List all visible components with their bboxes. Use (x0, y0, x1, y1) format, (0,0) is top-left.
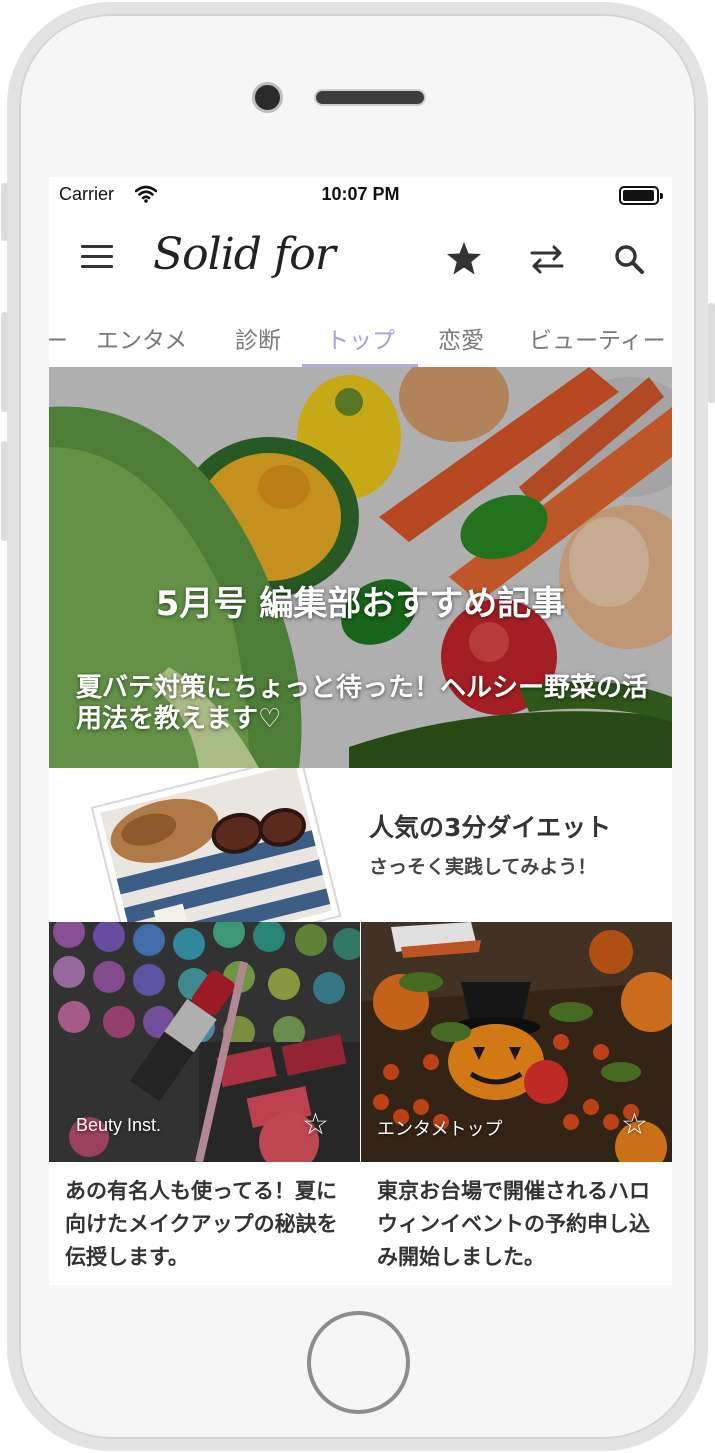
card-category-tag: Beuty Inst. (76, 1115, 162, 1135)
card-headline: あの有名人も使ってる！夏に向けたメイクアップの秘訣を伝授します。 (65, 1179, 338, 1269)
tab-entame[interactable]: エンタメ (96, 321, 187, 355)
clock: 10:07 PM (321, 184, 400, 204)
hero-subtitle: 夏バテ対策にちょっと待った！ヘルシー野菜の活用法を教えます♡ (76, 673, 649, 734)
tab-renai[interactable]: 恋愛 (438, 321, 484, 355)
hero-banner[interactable]: 5月号 編集部おすすめ記事 夏バテ対策にちょっと待った！ヘルシー野菜の活用法を教… (49, 367, 672, 768)
swap-icon[interactable] (527, 239, 567, 279)
menu-icon[interactable] (81, 245, 115, 271)
diet-title: 人気の3分ダイエット (369, 813, 612, 842)
volume-down-button (1, 441, 8, 541)
status-bar: Carrier 10:07 PM (49, 177, 672, 213)
tab-shindan[interactable]: 診断 (235, 321, 281, 355)
app-header: Solid for (49, 219, 672, 299)
diet-feature[interactable]: 人気の3分ダイエット さっそく実践してみよう！ (49, 768, 672, 922)
diet-subtitle: さっそく実践してみよう！ (369, 856, 597, 878)
halloween-image: エンタメトップ ☆ (361, 922, 672, 1162)
power-button (708, 303, 715, 403)
star-icon[interactable] (444, 239, 484, 279)
favorite-star-icon[interactable]: ☆ (621, 1107, 648, 1142)
hero-title: 5月号 編集部おすすめ記事 (155, 584, 566, 624)
home-button[interactable] (307, 1311, 410, 1414)
app-screen: Carrier 10:07 PM Solid for ー エンタメ 診断 トップ… (49, 177, 672, 1285)
battery-icon (619, 186, 663, 205)
article-card[interactable]: エンタメトップ ☆ 東京お台場で開催されるハロウィンイベントの予約申し込み開始し… (361, 922, 672, 1285)
category-tabs: ー エンタメ 診断 トップ 恋愛 ビューティー (49, 305, 672, 367)
tab-beauty[interactable]: ビューティー (529, 321, 666, 355)
volume-up-button (1, 312, 8, 412)
tab-top[interactable]: トップ (326, 321, 395, 355)
article-card[interactable]: Beuty Inst. ☆ あの有名人も使ってる！夏に向けたメイクアップの秘訣を… (49, 922, 360, 1285)
earpiece-speaker (314, 89, 426, 106)
tab-partial[interactable]: ー (49, 321, 68, 355)
search-icon[interactable] (609, 239, 649, 279)
card-headline: 東京お台場で開催されるハロウィンイベントの予約申し込み開始しました。 (377, 1179, 650, 1269)
diet-image (90, 768, 342, 922)
card-category-tag: エンタメトップ (377, 1119, 503, 1139)
mute-switch (1, 183, 8, 241)
favorite-star-icon[interactable]: ☆ (302, 1107, 329, 1142)
front-camera (252, 82, 283, 113)
makeup-image: Beuty Inst. ☆ (49, 922, 360, 1162)
app-logo: Solid for (153, 229, 336, 280)
